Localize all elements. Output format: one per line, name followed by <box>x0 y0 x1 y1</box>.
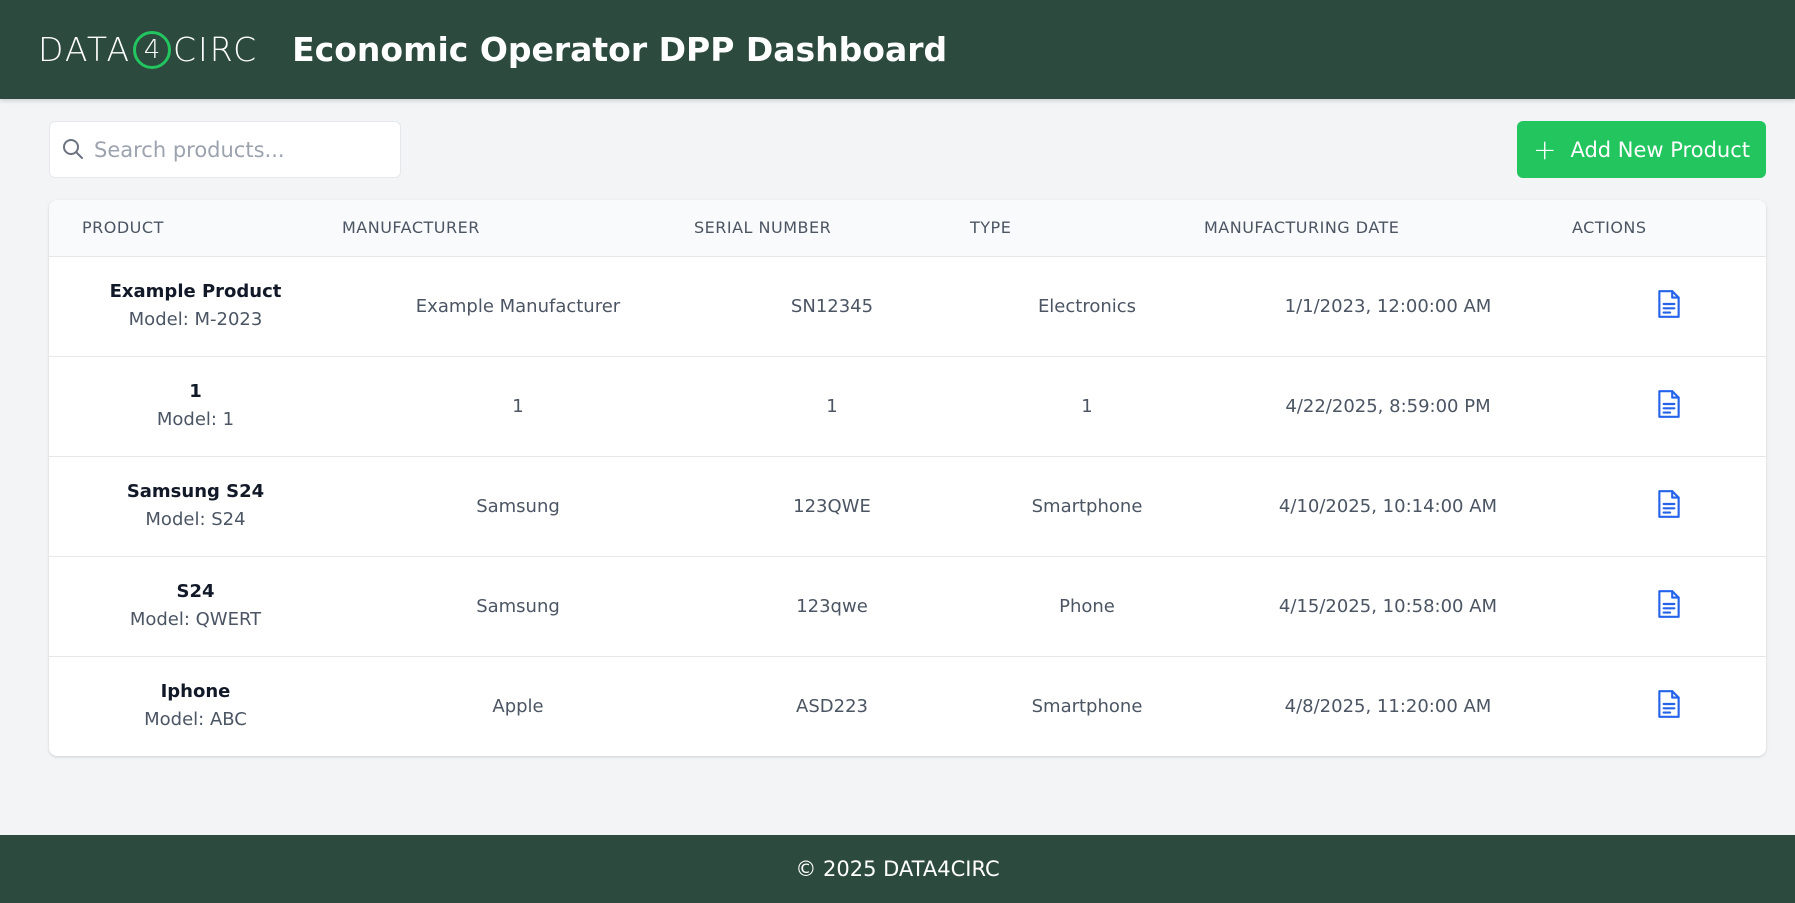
type-cell: Smartphone <box>1031 495 1143 517</box>
type-cell: Phone <box>1059 595 1115 617</box>
product-name: Iphone <box>160 681 231 703</box>
actions-cell <box>1572 256 1766 356</box>
products-table: PRODUCT MANUFACTURER SERIAL NUMBER TYPE … <box>49 200 1766 756</box>
serial-number-cell: SN12345 <box>790 295 874 317</box>
product-model: Model: M-2023 <box>128 309 263 330</box>
add-new-product-label: Add New Product <box>1570 137 1750 162</box>
product-name: Example Product <box>109 281 282 302</box>
manufacturing-date-cell: 4/15/2025, 10:58:00 AM <box>1278 595 1498 617</box>
product-name: Samsung S24 <box>126 481 265 502</box>
product-model: Model: 1 <box>156 409 235 430</box>
manufacturing-date-cell: 4/8/2025, 11:20:00 AM <box>1284 695 1492 717</box>
plus-icon: + <box>1532 132 1557 166</box>
app-footer: © 2025 DATA4CIRC <box>0 835 1795 903</box>
manufacturing-date-cell: 4/22/2025, 8:59:00 PM <box>1285 395 1491 417</box>
type-cell: Electronics <box>1037 295 1137 317</box>
document-icon[interactable] <box>1656 589 1682 619</box>
manufacturer-cell: Apple <box>492 695 544 717</box>
actions-cell <box>1572 656 1766 756</box>
manufacturer-cell: Samsung <box>476 595 560 617</box>
product-cell: Example Product Model: M-2023 <box>49 256 342 356</box>
app-header: DATA 4 CIRC Economic Operator DPP Dashbo… <box>0 0 1795 99</box>
document-icon[interactable] <box>1656 689 1682 719</box>
actions-cell <box>1572 356 1766 456</box>
actions-cell <box>1572 456 1766 556</box>
actions-cell <box>1572 556 1766 656</box>
footer-copyright: © 2025 DATA4CIRC <box>795 857 1000 881</box>
search-box <box>49 121 401 178</box>
table-row: Samsung S24 Model: S24 Samsung 123QWE Sm… <box>49 456 1766 556</box>
product-cell: 1 Model: 1 <box>49 356 342 456</box>
document-icon[interactable] <box>1656 489 1682 519</box>
manufacturer-cell: Example Manufacturer <box>415 295 621 317</box>
logo-circle-four: 4 <box>133 30 172 69</box>
column-header-type: TYPE <box>970 200 1204 257</box>
product-name: 1 <box>189 381 202 402</box>
data4circ-logo[interactable]: DATA 4 CIRC <box>38 0 258 99</box>
column-header-manufacturing-date: MANUFACTURING DATE <box>1204 200 1572 257</box>
serial-number-cell: 123qwe <box>796 595 868 617</box>
manufacturer-cell: 1 <box>512 395 524 417</box>
search-input[interactable] <box>94 129 384 170</box>
add-new-product-button[interactable]: + Add New Product <box>1517 121 1766 178</box>
product-cell: Iphone Model: ABC <box>49 656 342 756</box>
serial-number-cell: ASD223 <box>796 695 868 717</box>
logo-text-left: DATA <box>38 30 132 69</box>
logo-text-right: CIRC <box>173 30 259 69</box>
search-icon <box>63 139 83 159</box>
column-header-actions: ACTIONS <box>1572 200 1766 257</box>
product-model: Model: QWERT <box>129 609 262 630</box>
product-cell: S24 Model: QWERT <box>49 556 342 656</box>
table-header-row: PRODUCT MANUFACTURER SERIAL NUMBER TYPE … <box>49 200 1766 257</box>
type-cell: 1 <box>1081 395 1093 417</box>
column-header-manufacturer: MANUFACTURER <box>342 200 694 257</box>
table-row: S24 Model: QWERT Samsung 123qwe Phone 4/… <box>49 556 1766 656</box>
product-name: S24 <box>176 581 215 602</box>
products-table-card: PRODUCT MANUFACTURER SERIAL NUMBER TYPE … <box>49 200 1766 756</box>
document-icon[interactable] <box>1656 389 1682 419</box>
table-row: Iphone Model: ABC Apple ASD223 Smartphon… <box>49 656 1766 756</box>
product-model: Model: S24 <box>145 509 246 530</box>
column-header-serial-number: SERIAL NUMBER <box>694 200 970 257</box>
manufacturer-cell: Samsung <box>476 495 560 517</box>
manufacturing-date-cell: 1/1/2023, 12:00:00 AM <box>1284 295 1492 317</box>
table-row: 1 Model: 1 1 1 1 4/22/2025, 8:59:00 PM <box>49 356 1766 456</box>
type-cell: Smartphone <box>1031 695 1143 717</box>
product-cell: Samsung S24 Model: S24 <box>49 456 342 556</box>
product-model: Model: ABC <box>144 709 247 731</box>
table-row: Example Product Model: M-2023 Example Ma… <box>49 256 1766 356</box>
toolbar: + Add New Product <box>49 121 1766 178</box>
serial-number-cell: 1 <box>826 395 838 417</box>
manufacturing-date-cell: 4/10/2025, 10:14:00 AM <box>1278 495 1498 517</box>
serial-number-cell: 123QWE <box>793 495 871 517</box>
column-header-product: PRODUCT <box>49 200 342 257</box>
document-icon[interactable] <box>1656 289 1682 319</box>
page-title: Economic Operator DPP Dashboard <box>292 30 948 69</box>
